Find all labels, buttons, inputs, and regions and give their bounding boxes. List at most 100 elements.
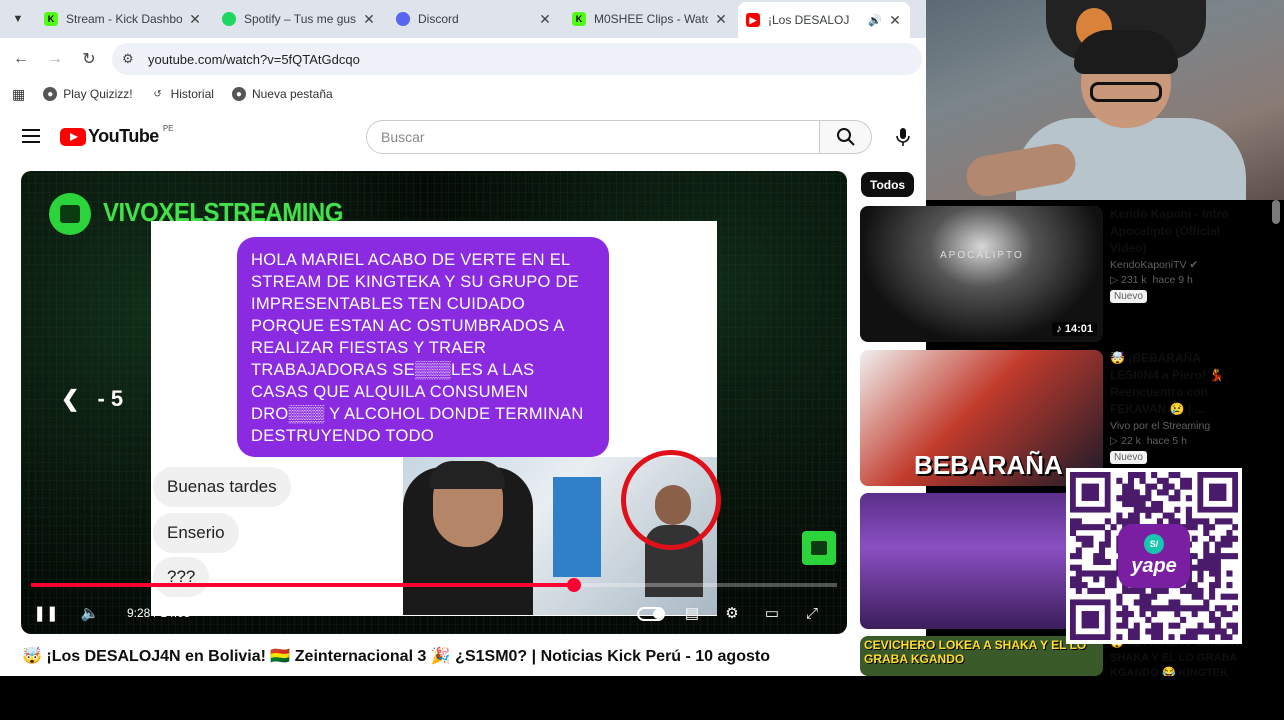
rec-stats: ▷ 22 k hace 5 h (1110, 435, 1187, 447)
bookmark-label: Play Quizizz! (63, 87, 133, 101)
apps-icon[interactable]: ▦ (12, 86, 25, 103)
duration-badge: ♪ 14:01 (1052, 322, 1097, 336)
bookmarks-bar: ▦ ● Play Quizizz! ↺ Historial ● Nueva pe… (0, 80, 926, 108)
progress-played (31, 583, 575, 587)
message-bubble: HOLA MARIEL ACABO DE VERTE EN EL STREAM … (237, 237, 609, 457)
new-badge: Nuevo (1110, 290, 1147, 303)
search-icon (836, 128, 855, 146)
corner-logo-icon (802, 531, 836, 565)
search-input[interactable]: Buscar (366, 120, 820, 154)
speaker-icon[interactable]: 🔊 (868, 14, 882, 27)
video-player[interactable]: VIVOXELSTREAMING HOLA MARIEL ACABO DE VE… (21, 171, 847, 634)
search-placeholder: Buscar (381, 129, 425, 145)
rec-channel[interactable]: KendoKaponiTV ✔ (1110, 259, 1250, 271)
close-tab-icon[interactable]: ✕ (538, 11, 552, 28)
kick-icon: K (44, 12, 58, 26)
scrollbar-thumb[interactable] (1272, 200, 1280, 224)
youtube-header: YouTube PE Buscar (0, 110, 926, 164)
browser-window: ▼ K Stream - Kick Dashbo ✕ Spotify – Tus… (0, 0, 926, 676)
recommendation-item[interactable]: BEBARAÑA 🤯 ¡BEBARAÑA LESI0N4 a Piero! 💃 … (860, 350, 1280, 486)
rec-stats: ▷ 231 k hace 9 h (1110, 274, 1193, 286)
history-icon: ↺ (153, 88, 162, 100)
back-icon[interactable]: ← (10, 48, 32, 70)
chevron-down-icon: ▼ (12, 13, 24, 25)
tab-title: ¡Los DESALOJ (768, 13, 850, 27)
close-tab-icon[interactable]: ✕ (188, 11, 202, 28)
seek-label: - 5 (97, 386, 124, 411)
seek-back-indicator: ❮ - 5 (61, 386, 123, 412)
close-tab-icon[interactable]: ✕ (714, 11, 728, 28)
chat-message: Enserio (153, 513, 239, 553)
tab-search-button[interactable]: ▼ (6, 8, 30, 30)
tab-strip: ▼ K Stream - Kick Dashbo ✕ Spotify – Tus… (0, 0, 926, 38)
time-display: 9:28 / 14:05 (127, 606, 191, 620)
tab-spotify[interactable]: Spotify – Tus me gust ✕ (214, 4, 384, 34)
bookmark-label: Historial (170, 87, 214, 101)
voice-search-button[interactable] (886, 122, 920, 152)
search-button[interactable] (820, 120, 872, 154)
address-bar[interactable]: ⚙ youtube.com/watch?v=5fQTAtGdcqo (112, 43, 922, 75)
pause-icon[interactable]: ❚❚ (31, 599, 61, 627)
channel-logo-icon (49, 193, 91, 235)
tab-moshee-clips[interactable]: K M0SHEE Clips - Watc ✕ (564, 4, 736, 34)
highlight-circle (621, 450, 721, 550)
tab-title: Stream - Kick Dashbo (66, 12, 182, 26)
spotify-icon (222, 12, 236, 26)
youtube-page: YouTube PE Buscar VIVOXELSTREAMING HOLA … (0, 110, 926, 676)
bookmark-nueva-pestana[interactable]: ● Nueva pestaña (231, 87, 333, 101)
yape-logo: S/ yape (1118, 524, 1190, 588)
reload-icon[interactable]: ↻ (78, 48, 100, 70)
url-text: youtube.com/watch?v=5fQTAtGdcqo (148, 51, 360, 67)
close-tab-icon[interactable]: ✕ (888, 12, 902, 29)
subtitles-icon[interactable]: ▤ (677, 599, 707, 627)
sidebar-scrollbar[interactable] (1272, 200, 1280, 670)
volume-icon[interactable]: 🔈 (75, 599, 105, 627)
discord-icon (396, 12, 410, 26)
chevron-left-icon: ❮ (61, 386, 80, 411)
video-title: 🤯 ¡Los DESALOJ4N en Bolivia! 🇧🇴 Zeintern… (22, 648, 770, 665)
forward-icon[interactable]: → (44, 48, 66, 70)
screenshot-card: HOLA MARIEL ACABO DE VERTE EN EL STREAM … (151, 221, 721, 616)
yape-qr-code: S/ yape (1066, 468, 1242, 644)
verified-icon: ✔ (1189, 259, 1199, 271)
thumbnail-text: APOCALIPTO (940, 250, 1024, 261)
autoplay-toggle[interactable] (637, 607, 665, 621)
tab-kick-dashboard[interactable]: K Stream - Kick Dashbo ✕ (36, 4, 210, 34)
new-badge: Nuevo (1110, 451, 1147, 464)
chat-message: ??? (153, 557, 210, 597)
fullscreen-icon[interactable]: ⤢ (797, 599, 827, 627)
video-thumbnail[interactable]: BEBARAÑA (860, 350, 1103, 486)
thumbnail-text: BEBARAÑA (914, 450, 1063, 480)
globe-icon: ● (231, 87, 246, 101)
globe-icon: ● (43, 87, 58, 101)
tab-title: Spotify – Tus me gust (244, 12, 356, 26)
settings-icon[interactable]: ⚙ (717, 599, 747, 627)
microphone-icon (896, 128, 910, 146)
video-thumbnail[interactable]: APOCALIPTO ♪ 14:01 (860, 206, 1103, 342)
kick-icon: K (572, 12, 586, 26)
recommendation-item[interactable]: APOCALIPTO ♪ 14:01 Kendo Kaponi - Intro … (860, 206, 1280, 342)
youtube-wordmark: YouTube (88, 126, 159, 146)
rec-title[interactable]: 🤯 ¡BEBARAÑA LESI0N4 a Piero! 💃 Reencuent… (1110, 350, 1250, 418)
tab-title: M0SHEE Clips - Watc (594, 12, 708, 26)
bookmark-play-quizizz[interactable]: ● Play Quizizz! (43, 87, 133, 101)
youtube-play-icon (60, 127, 86, 146)
tab-discord[interactable]: Discord ✕ (388, 4, 560, 34)
webcam-overlay (926, 0, 1284, 200)
rec-title[interactable]: Kendo Kaponi - Intro Apocalipto (Officia… (1110, 206, 1250, 257)
close-tab-icon[interactable]: ✕ (362, 11, 376, 28)
theater-mode-icon[interactable]: ▭ (757, 599, 787, 627)
browser-toolbar: ← → ↻ ⚙ youtube.com/watch?v=5fQTAtGdcqo (0, 38, 926, 80)
site-info-icon[interactable]: ⚙ (122, 51, 142, 67)
country-code: PE (162, 124, 174, 133)
screen-recording: ▼ K Stream - Kick Dashbo ✕ Spotify – Tus… (0, 0, 1284, 720)
menu-icon[interactable] (22, 129, 40, 143)
glasses (1090, 82, 1162, 102)
progress-bar[interactable] (31, 578, 837, 592)
rec-channel[interactable]: Vivo por el Streaming (1110, 420, 1250, 432)
player-controls: ❚❚ 🔈 9:28 / 14:05 ▤ ⚙ ▭ ⤢ (21, 595, 847, 631)
filter-chip-todos[interactable]: Todos (861, 172, 915, 197)
youtube-logo[interactable]: YouTube PE (60, 124, 174, 147)
tab-youtube-active[interactable]: ▶ ¡Los DESALOJ 🔊 ✕ (738, 2, 910, 38)
bookmark-historial[interactable]: ↺ Historial (151, 87, 214, 101)
